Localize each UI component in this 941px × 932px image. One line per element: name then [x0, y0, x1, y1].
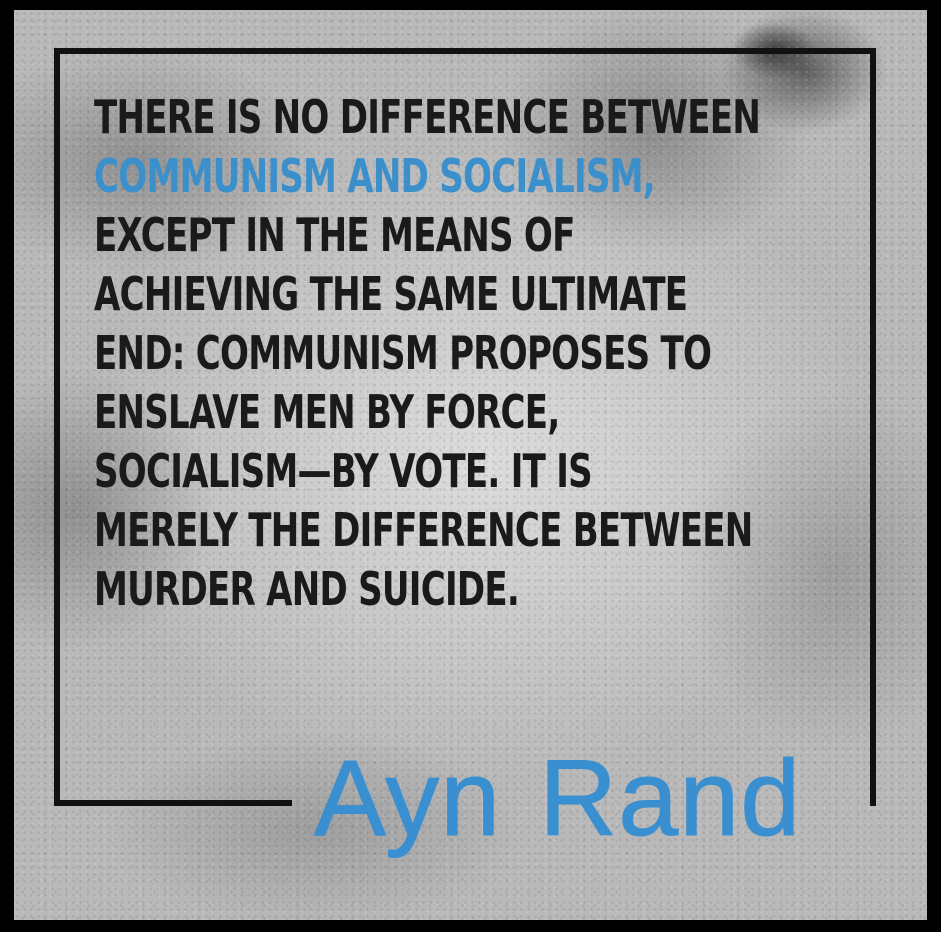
frame-bottom-line [54, 800, 292, 806]
quote-text: THERE IS NO DIFFERENCE BETWEEN COMMUNISM… [94, 88, 761, 619]
quote-line: SOCIALISM—BY VOTE. IT IS [94, 444, 593, 498]
quote-line: ENSLAVE MEN BY FORCE, [94, 385, 560, 439]
frame-left-line [54, 48, 60, 806]
quote-line: MERELY THE DIFFERENCE BETWEEN [94, 503, 753, 557]
author-first-name: Ayn [313, 737, 502, 858]
quote-line: THERE IS NO DIFFERENCE BETWEEN [94, 90, 761, 144]
quote-line: MURDER AND SUICIDE. [94, 562, 520, 616]
quote-line: EXCEPT IN THE MEANS OF [94, 208, 575, 262]
quote-line: END: COMMUNISM PROPOSES TO [94, 326, 712, 380]
frame-right-line [870, 48, 876, 806]
author-name: Ayn Rand [313, 737, 802, 858]
author-last-name: Rand [539, 737, 802, 858]
quote-line-highlight: COMMUNISM AND SOCIALISM, [94, 149, 656, 203]
quote-poster: THERE IS NO DIFFERENCE BETWEEN COMMUNISM… [14, 10, 927, 920]
quote-line: ACHIEVING THE SAME ULTIMATE [94, 267, 688, 321]
frame-top-line [54, 48, 876, 54]
